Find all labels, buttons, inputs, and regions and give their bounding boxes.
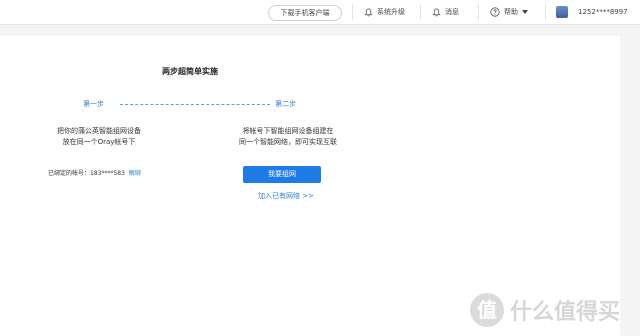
step-connector-line xyxy=(120,104,270,105)
help-menu[interactable]: 帮助 xyxy=(490,0,528,24)
step-two-desc-line-1: 将帐号下智能组网设备组建在 xyxy=(242,127,334,135)
system-upgrade-label: 系统升级 xyxy=(377,8,405,16)
help-circle-icon xyxy=(490,7,500,17)
bound-account-label: 已绑定的帐号：183****583 xyxy=(48,170,125,177)
bell-icon xyxy=(364,7,373,16)
nav-divider xyxy=(420,4,421,20)
help-label: 帮助 xyxy=(504,8,518,16)
main-panel xyxy=(0,36,620,336)
messages-link[interactable]: 消息 xyxy=(432,0,459,24)
step-two-label: 第二步 xyxy=(275,100,296,108)
page-title: 两步超简单实施 xyxy=(162,67,218,76)
step-two-description: 将帐号下智能组网设备组建在 同一个智能网络，即可实现互联 xyxy=(228,126,348,148)
account-name: 1252****8997 xyxy=(578,8,628,16)
account-menu[interactable]: 1252****8997 xyxy=(556,0,628,24)
message-bell-icon xyxy=(432,7,441,16)
chevron-down-icon xyxy=(522,10,528,14)
step-two-desc-line-2: 同一个智能网络，即可实现互联 xyxy=(239,138,337,146)
nav-divider xyxy=(352,4,353,20)
step-one-description: 把你的蒲公英智能组网设备 放在同一个Oray帐号下 xyxy=(44,126,154,148)
create-network-button[interactable]: 我要组网 xyxy=(243,166,321,183)
watermark: 值 什么值得买 xyxy=(470,292,620,328)
top-navigation-bar: 下载手机客户端 系统升级 消息 帮助 1252****8997 xyxy=(0,0,640,25)
step-one-label: 第一步 xyxy=(83,100,104,108)
nav-divider xyxy=(545,4,546,20)
step-one-desc-line-2: 放在同一个Oray帐号下 xyxy=(62,138,136,146)
avatar xyxy=(556,6,568,18)
download-mobile-client-button[interactable]: 下载手机客户端 xyxy=(268,5,342,21)
unbind-link[interactable]: 解绑 xyxy=(129,170,141,177)
nav-divider xyxy=(478,4,479,20)
watermark-badge: 值 xyxy=(470,293,504,327)
bound-account-info: 已绑定的帐号：183****583 解绑 xyxy=(48,168,141,177)
step-one-desc-line-1: 把你的蒲公英智能组网设备 xyxy=(57,127,141,135)
watermark-text: 什么值得买 xyxy=(510,300,621,325)
messages-label: 消息 xyxy=(445,8,459,16)
system-upgrade-link[interactable]: 系统升级 xyxy=(364,0,405,24)
join-existing-network-link[interactable]: 加入已有网络 >> xyxy=(258,191,314,201)
